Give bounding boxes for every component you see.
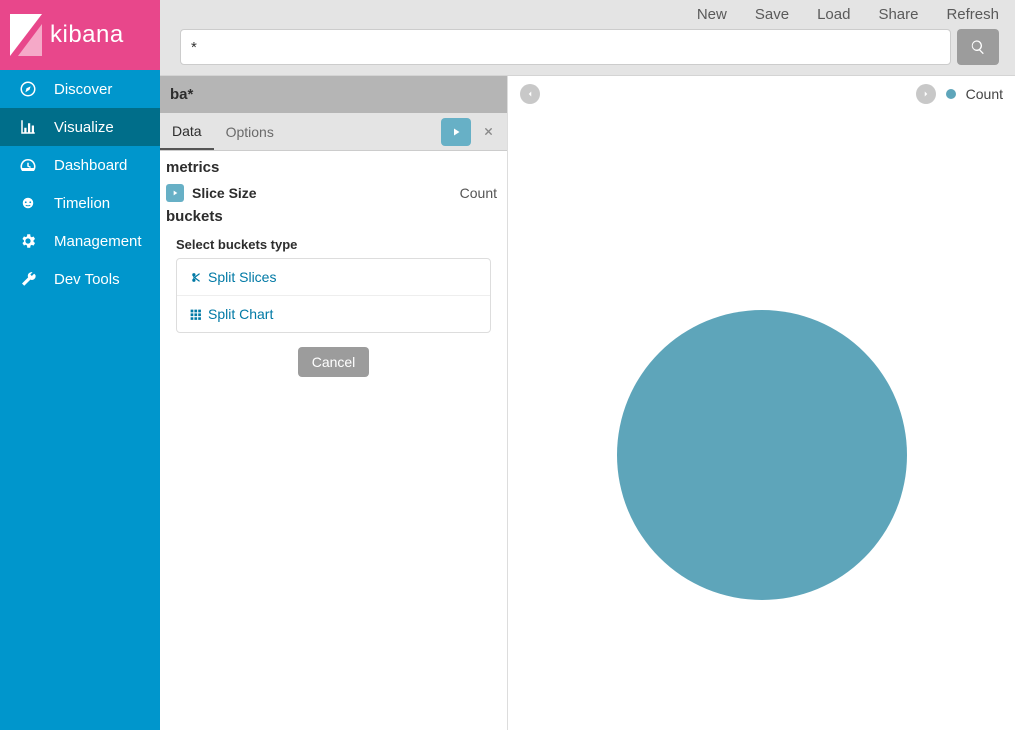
collapse-panel-button[interactable] — [520, 84, 540, 104]
sidebar-item-dashboard[interactable]: Dashboard — [0, 146, 160, 184]
discard-button[interactable] — [473, 118, 503, 146]
brand-name: kibana — [50, 21, 124, 49]
sidebar-item-visualize[interactable]: Visualize — [0, 108, 160, 146]
tab-data[interactable]: Data — [160, 113, 214, 150]
bucket-opt-label: Split Slices — [208, 269, 276, 285]
metric-label: Slice Size — [192, 185, 257, 201]
buckets-heading: buckets — [166, 206, 501, 229]
bucket-split-slices[interactable]: Split Slices — [177, 259, 490, 295]
scissors-icon — [189, 271, 202, 284]
topbar-save[interactable]: Save — [755, 6, 789, 23]
sidebar-item-label: Dev Tools — [54, 271, 120, 288]
sidebar-item-management[interactable]: Management — [0, 222, 160, 260]
gauge-icon — [18, 155, 38, 175]
topbar-load[interactable]: Load — [817, 6, 850, 23]
metric-agg: Count — [460, 185, 501, 201]
topbar-share[interactable]: Share — [878, 6, 918, 23]
sidebar-item-label: Dashboard — [54, 157, 127, 174]
brand-logo[interactable]: kibana — [0, 0, 160, 70]
sidebar-item-label: Management — [54, 233, 142, 250]
sidebar: kibana Discover Visualize Dashboard Time… — [0, 0, 160, 730]
search-button[interactable] — [957, 29, 999, 65]
sidebar-item-timelion[interactable]: Timelion — [0, 184, 160, 222]
topbar: New Save Load Share Refresh — [160, 0, 1015, 76]
sidebar-item-label: Visualize — [54, 119, 114, 136]
toggle-icon — [166, 184, 184, 202]
query-input[interactable] — [180, 29, 951, 65]
metric-row[interactable]: Slice Size Count — [166, 180, 501, 206]
bucket-split-chart[interactable]: Split Chart — [177, 295, 490, 332]
topbar-refresh[interactable]: Refresh — [946, 6, 999, 23]
sidebar-item-devtools[interactable]: Dev Tools — [0, 260, 160, 298]
apply-button[interactable] — [441, 118, 471, 146]
gear-icon — [18, 231, 38, 251]
topbar-new[interactable]: New — [697, 6, 727, 23]
kibana-logo-icon — [10, 14, 42, 56]
pie-chart[interactable] — [617, 310, 907, 600]
tab-options[interactable]: Options — [214, 113, 286, 150]
metrics-heading: metrics — [166, 157, 501, 180]
compass-icon — [18, 79, 38, 99]
wrench-icon — [18, 269, 38, 289]
sidebar-item-label: Timelion — [54, 195, 110, 212]
bar-chart-icon — [18, 117, 38, 137]
sidebar-item-discover[interactable]: Discover — [0, 70, 160, 108]
config-panel: ba* Data Options metrics Slice Size Coun… — [160, 76, 508, 730]
legend-label[interactable]: Count — [966, 86, 1003, 102]
bucket-prompt: Select buckets type — [166, 229, 501, 258]
cancel-button[interactable]: Cancel — [298, 347, 370, 377]
grid-icon — [189, 308, 202, 321]
legend-toggle-button[interactable] — [916, 84, 936, 104]
lion-icon — [18, 193, 38, 213]
sidebar-item-label: Discover — [54, 81, 112, 98]
visualization-area: Count — [508, 76, 1015, 730]
search-icon — [970, 39, 986, 55]
index-pattern-label: ba* — [160, 76, 507, 113]
bucket-opt-label: Split Chart — [208, 306, 273, 322]
legend-color-icon — [946, 89, 956, 99]
